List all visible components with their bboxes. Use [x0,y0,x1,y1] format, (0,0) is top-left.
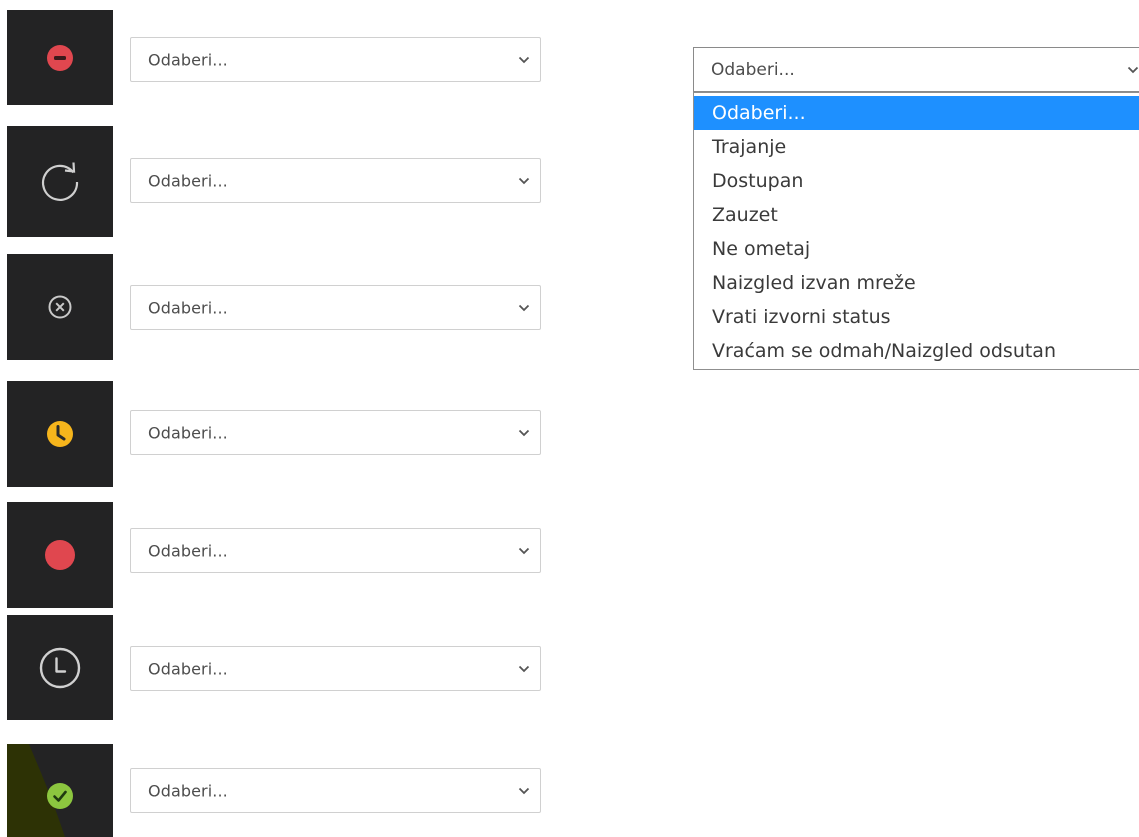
select-value: Odaberi... [148,423,228,442]
status-select[interactable]: Odaberi... [130,158,541,203]
select-value: Odaberi... [148,541,228,560]
status-icon-tile [7,502,113,608]
dropdown-value: Odaberi... [711,59,795,80]
dropdown-option[interactable]: Zauzet [694,198,1139,232]
status-icon-tile [7,744,113,837]
refresh-icon [41,161,79,201]
away-clock-icon [47,421,73,447]
chevron-down-icon [518,177,530,184]
busy-dot-icon [45,540,75,570]
dropdown-option[interactable]: Vraćam se odmah/Naizgled odsutan [694,334,1139,368]
status-icon-tile [7,381,113,487]
status-select[interactable]: Odaberi... [130,646,541,691]
chevron-down-icon [1127,66,1139,73]
status-icon-tile [7,615,113,720]
available-check-icon [47,782,73,809]
status-select[interactable]: Odaberi... [130,285,541,330]
dropdown-option[interactable]: Odaberi... [694,96,1139,130]
select-value: Odaberi... [148,171,228,190]
status-select[interactable]: Odaberi... [130,37,541,82]
dropdown-options-list: Odaberi... Trajanje Dostupan Zauzet Ne o… [693,92,1139,370]
dropdown-option[interactable]: Naizgled izvan mreže [694,266,1139,300]
status-select[interactable]: Odaberi... [130,410,541,455]
status-select[interactable]: Odaberi... [130,768,541,813]
dropdown-option[interactable]: Ne ometaj [694,232,1139,266]
status-icon-tile [7,10,113,105]
status-select[interactable]: Odaberi... [130,528,541,573]
close-circle-icon [48,295,72,319]
select-value: Odaberi... [148,50,228,69]
do-not-disturb-icon [47,44,73,71]
dropdown-option[interactable]: Trajanje [694,130,1139,164]
dropdown-option[interactable]: Dostupan [694,164,1139,198]
status-dropdown[interactable]: Odaberi... [693,47,1139,92]
select-value: Odaberi... [148,781,228,800]
select-value: Odaberi... [148,298,228,317]
chevron-down-icon [518,665,530,672]
chevron-down-icon [518,429,530,436]
chevron-down-icon [518,304,530,311]
chevron-down-icon [518,56,530,63]
status-icon-tile [7,126,113,237]
chevron-down-icon [518,547,530,554]
dropdown-option[interactable]: Vrati izvorni status [694,300,1139,334]
select-value: Odaberi... [148,659,228,678]
chevron-down-icon [518,787,530,794]
clock-outline-icon [39,647,81,688]
status-icon-tile [7,254,113,360]
